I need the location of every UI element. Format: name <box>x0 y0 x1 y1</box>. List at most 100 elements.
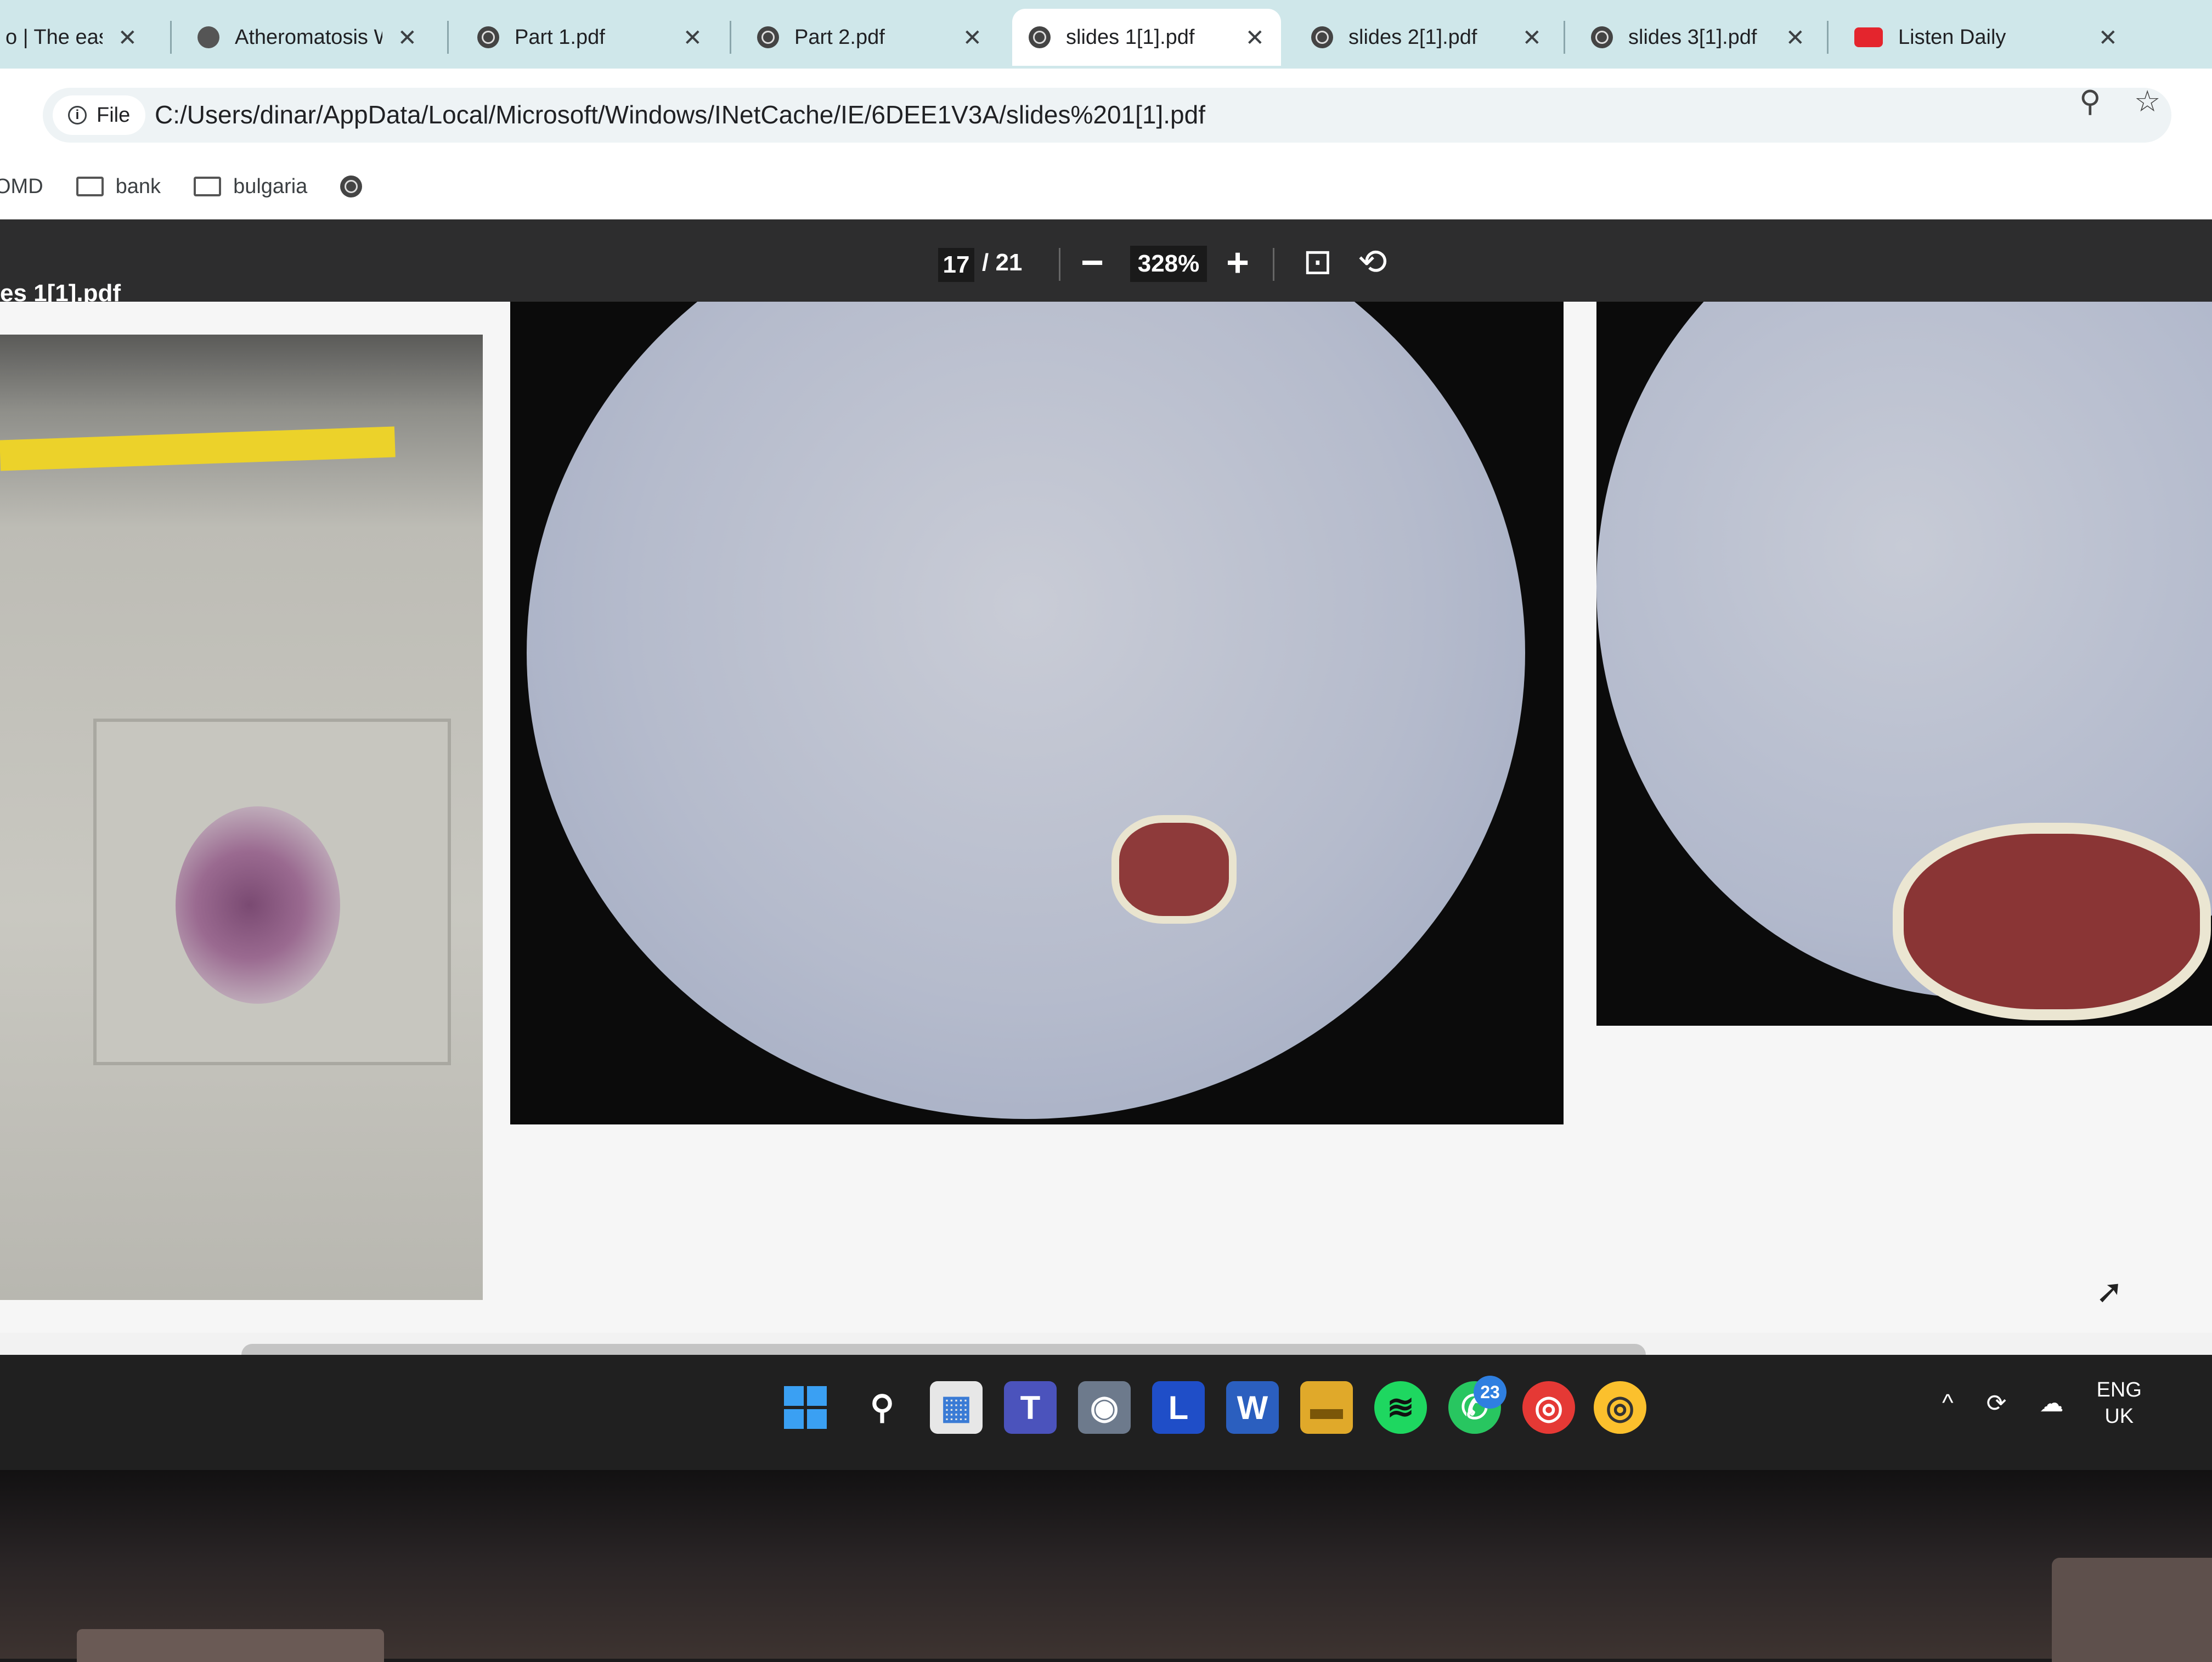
tab-label: slides 1[1].pdf <box>1066 25 1195 49</box>
youtube-icon <box>1854 27 1883 47</box>
toolbar-divider <box>1273 248 1274 281</box>
close-icon[interactable]: ✕ <box>683 24 702 51</box>
tray-chevron-icon[interactable]: ^ <box>1942 1389 1954 1417</box>
tab-6[interactable]: slides 3[1].pdf ✕ <box>1575 9 1821 66</box>
tab-label: Listen Daily <box>1898 25 2006 49</box>
micrograph-low-power <box>510 302 1564 1124</box>
globe-icon <box>340 176 363 197</box>
close-icon[interactable]: ✕ <box>1245 24 1265 51</box>
bookmark-globe[interactable] <box>340 176 363 197</box>
sync-icon[interactable]: ⟳ <box>1987 1389 2007 1417</box>
pdf-toolbar: es 1[1].pdf 17 / 21 − 328% + ⊡ ⟲ <box>0 219 2212 307</box>
camera-icon[interactable]: ◉ <box>1078 1381 1131 1434</box>
tab-0[interactable]: o | The easi ✕ <box>0 9 154 66</box>
search-icon[interactable]: ⚲ <box>856 1381 909 1434</box>
close-icon[interactable]: ✕ <box>398 24 417 51</box>
tab-label: slides 2[1].pdf <box>1348 25 1477 49</box>
globe-icon <box>757 26 779 48</box>
tab-4-active[interactable]: slides 1[1].pdf ✕ <box>1012 9 1281 66</box>
laptop-hinge <box>2052 1558 2212 1662</box>
zoom-level-input[interactable]: 328% <box>1130 246 1207 282</box>
tissue-section <box>176 806 340 1004</box>
store-icon[interactable]: ▦ <box>930 1381 983 1434</box>
tab-label: slides 3[1].pdf <box>1628 25 1757 49</box>
tab-strip: o | The easi ✕ Atheromatosis W ✕ Part 1.… <box>0 0 2212 69</box>
zoom-out-button[interactable]: − <box>1081 240 1104 285</box>
tab-separator <box>1827 21 1829 54</box>
bookmark-label: bulgaria <box>233 174 308 198</box>
bookmark-star-icon[interactable]: ☆ <box>2134 84 2160 118</box>
info-icon: i <box>68 106 87 125</box>
page-total: / 21 <box>982 249 1023 276</box>
address-toolbar: i File C:/Users/dinar/AppData/Local/Micr… <box>0 69 2212 154</box>
close-icon[interactable]: ✕ <box>2098 24 2118 51</box>
tab-7[interactable]: Listen Daily ✕ <box>1838 9 2134 66</box>
notification-badge: 23 <box>1474 1376 1506 1409</box>
bookmark-label: OMD <box>0 174 43 198</box>
close-icon[interactable]: ✕ <box>963 24 982 51</box>
globe-icon <box>1591 26 1613 48</box>
globe-icon <box>477 26 499 48</box>
tab-separator <box>730 21 731 54</box>
glass-slide-photo <box>0 335 483 1300</box>
file-explorer-icon[interactable]: ▬ <box>1300 1381 1353 1434</box>
tab-label: Part 2.pdf <box>794 25 885 49</box>
tab-2[interactable]: Part 1.pdf ✕ <box>461 9 719 66</box>
laptop-hinge <box>77 1629 384 1662</box>
tab-5[interactable]: slides 2[1].pdf ✕ <box>1295 9 1558 66</box>
pdf-page: ➚ <box>0 302 2212 1333</box>
globe-icon <box>1029 26 1051 48</box>
tab-label: Part 1.pdf <box>515 25 605 49</box>
teams-icon[interactable]: T <box>1004 1381 1057 1434</box>
tab-separator <box>447 21 449 54</box>
folder-icon <box>194 177 222 196</box>
blood-vessel <box>1904 834 2200 1009</box>
zoom-in-button[interactable]: + <box>1226 240 1249 285</box>
close-icon[interactable]: ✕ <box>118 24 137 51</box>
site-info-chip[interactable]: i File <box>53 95 146 135</box>
folder-icon <box>76 177 104 196</box>
monitor-screen: o | The easi ✕ Atheromatosis W ✕ Part 1.… <box>0 0 2212 1470</box>
close-icon[interactable]: ✕ <box>1522 24 1542 51</box>
system-tray: ^ ⟳ ☁ ENG UK <box>1942 1377 2142 1429</box>
microscope-field <box>527 302 1525 1119</box>
bookmark-label: bank <box>115 174 161 198</box>
tab-1[interactable]: Atheromatosis W ✕ <box>181 9 433 66</box>
fit-page-icon[interactable]: ⊡ <box>1303 241 1333 282</box>
tab-separator <box>170 21 172 54</box>
cloud-icon[interactable]: ☁ <box>2040 1389 2064 1417</box>
language-code: ENG <box>2096 1378 2142 1401</box>
toolbar-divider <box>1059 248 1060 281</box>
chrome-icon[interactable]: ◎ <box>1522 1381 1575 1434</box>
tab-separator <box>1564 21 1565 54</box>
chrome-profile-icon[interactable]: ◎ <box>1594 1381 1646 1434</box>
slide-label-strip <box>0 426 396 471</box>
bookmark-folder-bank[interactable]: bank <box>76 175 161 199</box>
tab-3[interactable]: Part 2.pdf ✕ <box>741 9 998 66</box>
blood-vessel <box>1119 823 1229 916</box>
bookmark-omd[interactable]: OMD <box>0 175 43 199</box>
tab-label: o | The easi <box>5 25 103 49</box>
globe-icon <box>1311 26 1333 48</box>
bookmark-folder-bulgaria[interactable]: bulgaria <box>194 175 307 199</box>
windows-taskbar: ⚲ ▦ T ◉ L W ▬ ≋ ✆ 23 ◎ ◎ ^ ⟳ ☁ ENG UK <box>0 1355 2212 1470</box>
whatsapp-icon[interactable]: ✆ 23 <box>1448 1376 1506 1434</box>
language-indicator[interactable]: ENG UK <box>2097 1377 2142 1429</box>
bookmarks-bar: OMD bank bulgaria <box>0 154 2212 219</box>
url-text[interactable]: C:/Users/dinar/AppData/Local/Microsoft/W… <box>155 100 1205 129</box>
language-region: UK <box>2104 1405 2134 1428</box>
page-number-input[interactable]: 17 <box>938 248 974 282</box>
zoom-magnifier-icon[interactable]: ⚲ <box>2079 84 2101 118</box>
word-icon[interactable]: W <box>1226 1381 1279 1434</box>
address-bar[interactable]: i File C:/Users/dinar/AppData/Local/Micr… <box>43 88 2171 143</box>
rotate-icon[interactable]: ⟲ <box>1358 241 1387 282</box>
chatgpt-icon <box>198 26 219 48</box>
close-icon[interactable]: ✕ <box>1786 24 1805 51</box>
micrograph-high-power <box>1596 302 2212 1026</box>
lexicon-icon[interactable]: L <box>1152 1381 1205 1434</box>
laptop-bezel <box>0 1470 2212 1662</box>
spotify-icon[interactable]: ≋ <box>1374 1381 1427 1434</box>
start-button[interactable] <box>779 1381 832 1434</box>
pdf-viewer[interactable]: ➚ <box>0 302 2212 1470</box>
mouse-cursor-icon: ➚ <box>2096 1273 2124 1310</box>
